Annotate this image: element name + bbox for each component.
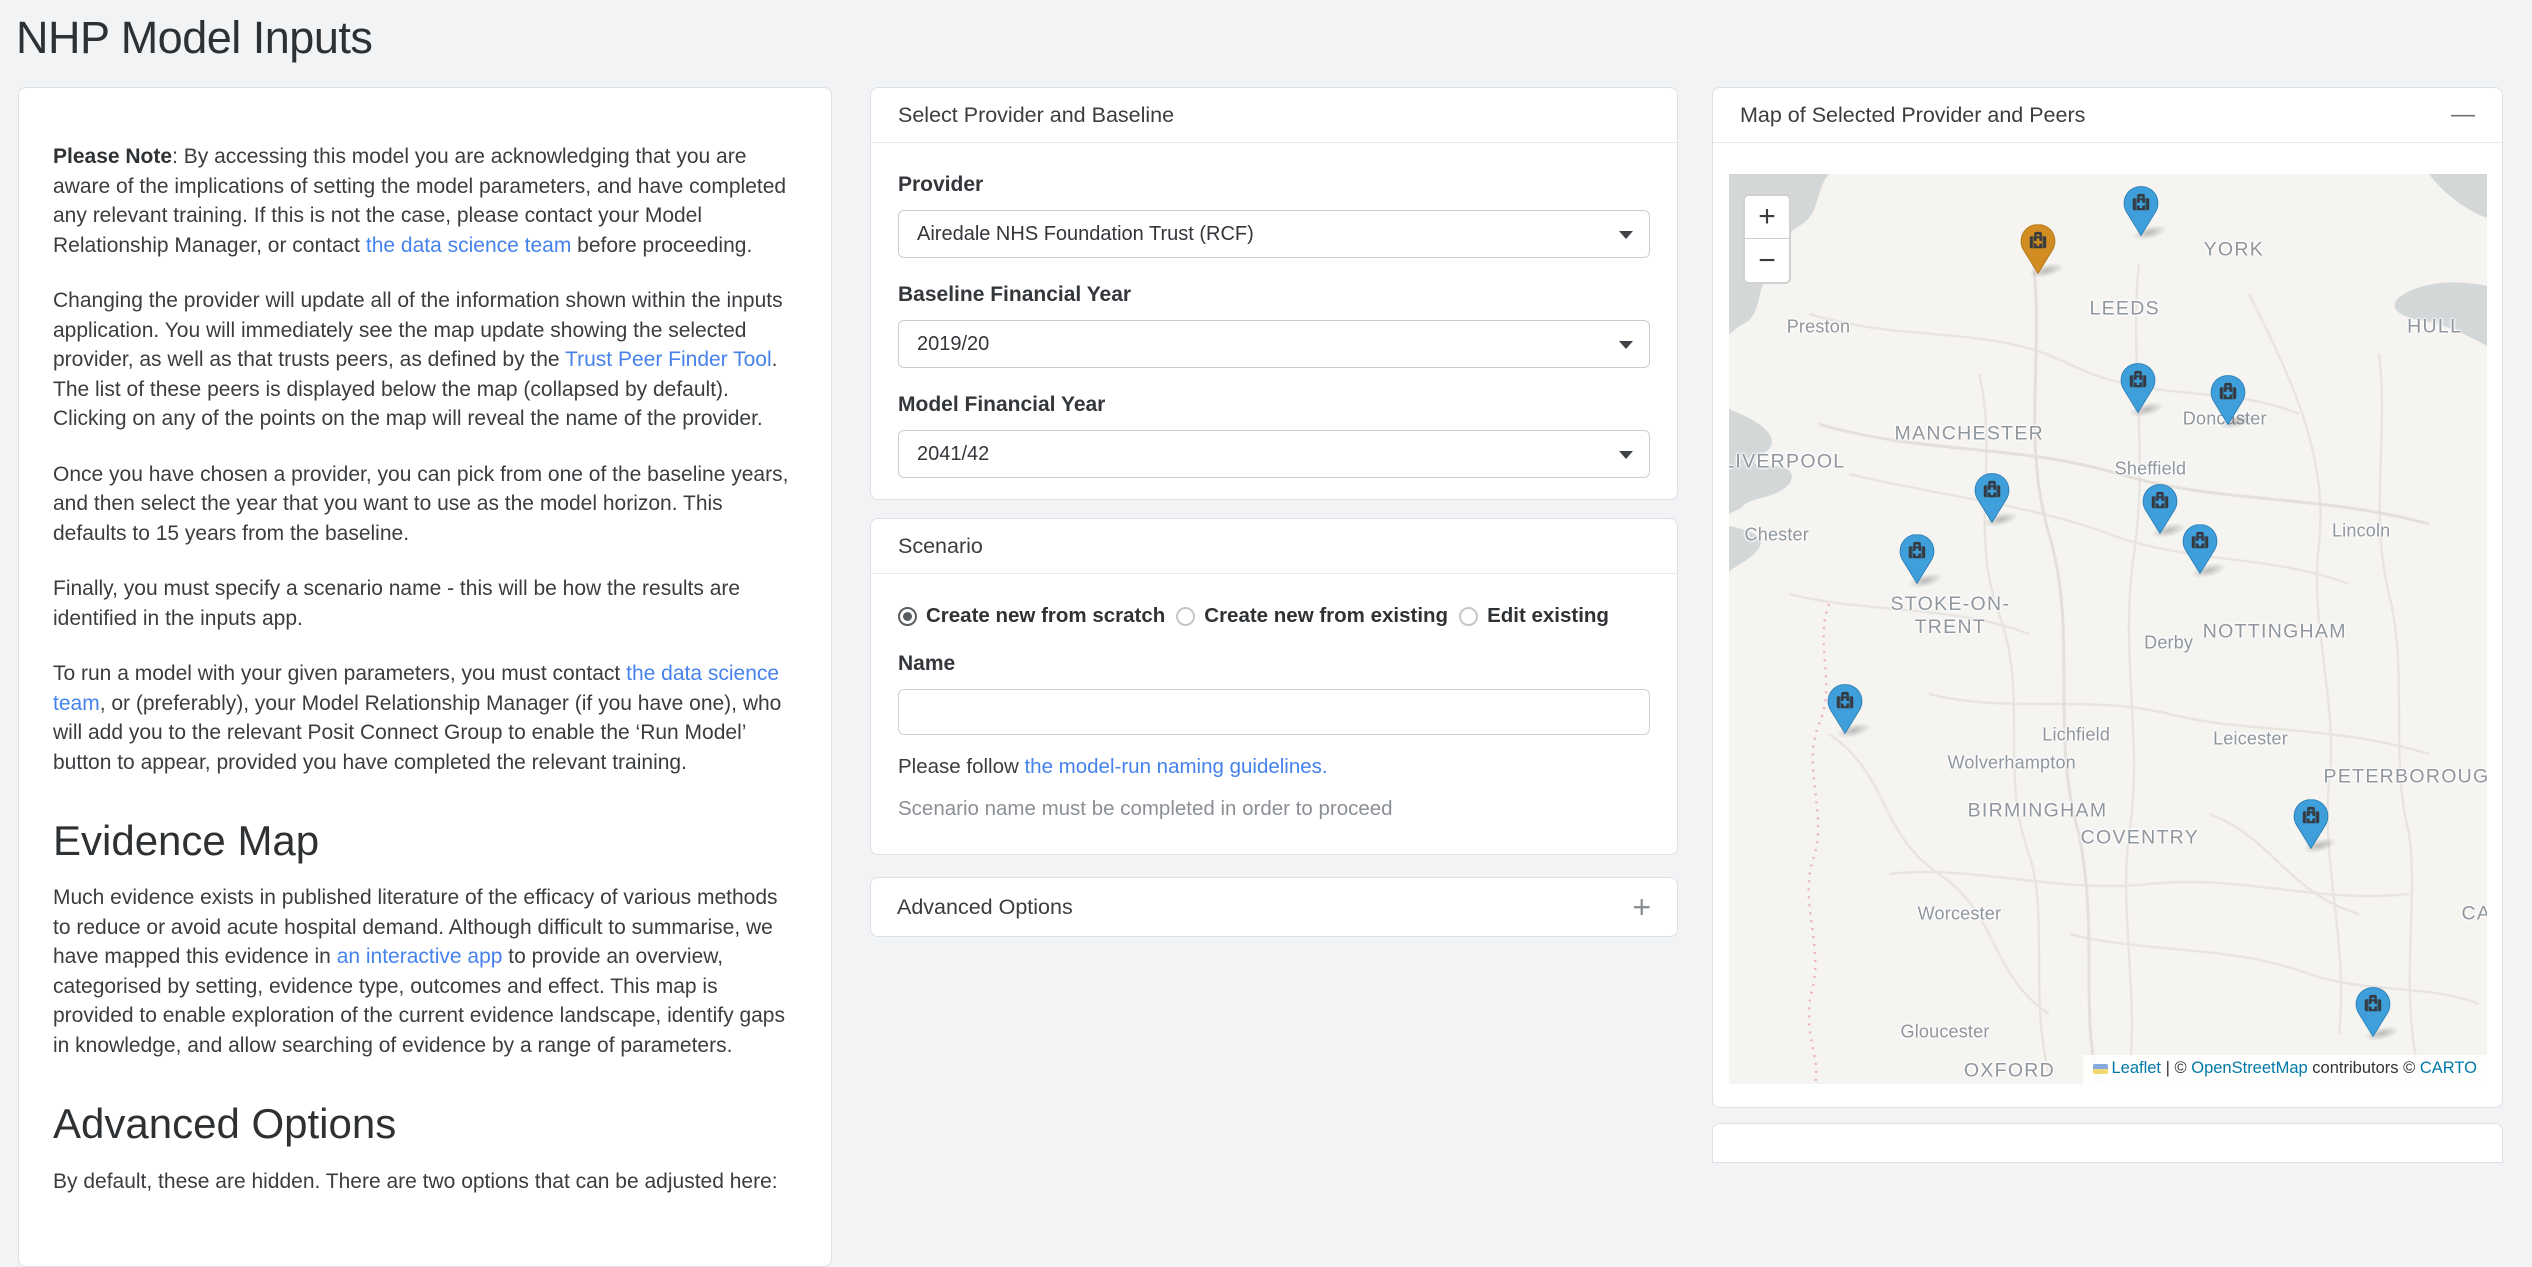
scenario-card-title: Scenario (898, 534, 983, 559)
radio-button-icon (1459, 607, 1478, 626)
provider-select-value: Airedale NHS Foundation Trust (RCF) (917, 223, 1254, 246)
baseline-year-label: Baseline Financial Year (898, 283, 1650, 307)
paragraph: Please Note: By accessing this model you… (53, 142, 797, 260)
provider-baseline-card: Select Provider and Baseline Provider Ai… (870, 87, 1678, 500)
radio-create-new-from-existing[interactable]: Create new from existing (1176, 604, 1448, 628)
radio-label: Create new from existing (1204, 604, 1448, 628)
naming-guidelines-link[interactable]: the model-run naming guidelines. (1024, 755, 1327, 778)
provider-card-header: Select Provider and Baseline (871, 88, 1677, 143)
model-year-label: Model Financial Year (898, 393, 1650, 417)
map-card-title: Map of Selected Provider and Peers (1740, 103, 2085, 128)
map-base-tiles (1729, 174, 2487, 1084)
provider-label: Provider (898, 173, 1650, 197)
leaflet-map[interactable]: PrestonYORKLEEDSHULLMANCHESTERLIVERPOOLD… (1729, 174, 2487, 1084)
map-zoom-control: + − (1743, 194, 1791, 284)
attribution-separator: | (2161, 1059, 2174, 1077)
peer-marker[interactable] (2142, 484, 2179, 534)
naming-guidelines-line: Please follow the model-run naming guide… (898, 755, 1650, 779)
scenario-card-body: Create new from scratch Create new from … (871, 574, 1677, 851)
peer-marker[interactable] (2182, 524, 2219, 574)
text-link[interactable]: Trust Peer Finder Tool (565, 348, 772, 371)
scenario-card: Scenario Create new from scratch Create … (870, 518, 1678, 855)
text: To run a model with your given parameter… (53, 662, 626, 685)
radio-button-icon (898, 607, 917, 626)
intro-sections: Please Note: By accessing this model you… (53, 142, 797, 1196)
paragraph: By default, these are hidden. There are … (53, 1167, 797, 1197)
text-link[interactable]: the data science team (366, 234, 571, 257)
openstreetmap-link[interactable]: OpenStreetMap (2191, 1059, 2307, 1077)
scenario-name-input[interactable] (898, 689, 1650, 735)
peer-marker[interactable] (2293, 799, 2330, 849)
paragraph: Once you have chosen a provider, you can… (53, 460, 797, 549)
scenario-type-radio-group: Create new from scratch Create new from … (898, 604, 1650, 628)
peer-marker[interactable] (2209, 375, 2246, 425)
provider-select[interactable]: Airedale NHS Foundation Trust (RCF) (898, 210, 1650, 258)
chevron-down-icon (1619, 451, 1633, 459)
scenario-name-label: Name (898, 652, 1650, 676)
radio-button-icon (1176, 607, 1195, 626)
osm-copyright-prefix: © (2174, 1059, 2191, 1077)
text: , or (preferably), your Model Relationsh… (53, 692, 781, 774)
peer-marker[interactable] (2122, 186, 2159, 236)
model-year-select[interactable]: 2041/42 (898, 430, 1650, 478)
zoom-in-button[interactable]: + (1745, 196, 1789, 239)
paragraph: Finally, you must specify a scenario nam… (53, 574, 797, 633)
model-year-select-value: 2041/42 (917, 443, 989, 466)
peer-marker[interactable] (1898, 534, 1935, 584)
radio-create-new-from-scratch[interactable]: Create new from scratch (898, 604, 1165, 628)
radio-label: Create new from scratch (926, 604, 1165, 628)
map-attribution: Leaflet | © OpenStreetMap contributors ©… (2083, 1055, 2487, 1084)
provider-marker[interactable] (2020, 224, 2057, 274)
advanced-options-title: Advanced Options (897, 895, 1073, 920)
peer-list-card-partial (1712, 1123, 2503, 1163)
bold-text: Please Note (53, 145, 172, 168)
provider-card-body: Provider Airedale NHS Foundation Trust (… (871, 143, 1677, 508)
help-prefix: Please follow (898, 755, 1024, 778)
radio-edit-existing[interactable]: Edit existing (1459, 604, 1609, 628)
instructions-card: Please Note: By accessing this model you… (18, 87, 832, 1267)
page-title: NHP Model Inputs (16, 12, 372, 64)
chevron-down-icon (1619, 231, 1633, 239)
radio-label: Edit existing (1487, 604, 1609, 628)
text: before proceeding. (571, 234, 752, 257)
leaflet-link[interactable]: Leaflet (2111, 1059, 2161, 1077)
osm-contributors-text: contributors © (2308, 1059, 2420, 1077)
collapse-minus-icon[interactable]: — (2451, 103, 2475, 127)
paragraph: Changing the provider will update all of… (53, 286, 797, 434)
section-heading: Advanced Options (53, 1100, 797, 1148)
expand-plus-icon[interactable]: + (1632, 891, 1651, 923)
text: Finally, you must specify a scenario nam… (53, 577, 740, 630)
peer-marker[interactable] (1974, 473, 2011, 523)
scenario-name-required-note: Scenario name must be completed in order… (898, 797, 1650, 821)
map-card-header: Map of Selected Provider and Peers — (1713, 88, 2502, 143)
baseline-year-select[interactable]: 2019/20 (898, 320, 1650, 368)
zoom-out-button[interactable]: − (1745, 239, 1789, 282)
baseline-year-select-value: 2019/20 (917, 333, 989, 356)
text: By default, these are hidden. There are … (53, 1170, 778, 1193)
paragraph: To run a model with your given parameter… (53, 659, 797, 777)
section-heading: Evidence Map (53, 817, 797, 865)
peer-marker[interactable] (2354, 987, 2391, 1037)
text-link[interactable]: an interactive app (337, 945, 503, 968)
carto-link[interactable]: CARTO (2420, 1059, 2477, 1077)
advanced-options-card[interactable]: Advanced Options + (870, 877, 1678, 937)
scenario-card-header: Scenario (871, 519, 1677, 574)
peer-marker[interactable] (2120, 363, 2157, 413)
chevron-down-icon (1619, 341, 1633, 349)
map-card: Map of Selected Provider and Peers — (1712, 87, 2503, 1108)
ukraine-flag-icon (2093, 1064, 2108, 1074)
text: Once you have chosen a provider, you can… (53, 463, 788, 545)
peer-marker[interactable] (1826, 684, 1863, 734)
provider-card-title: Select Provider and Baseline (898, 103, 1174, 128)
paragraph: Much evidence exists in published litera… (53, 883, 797, 1060)
